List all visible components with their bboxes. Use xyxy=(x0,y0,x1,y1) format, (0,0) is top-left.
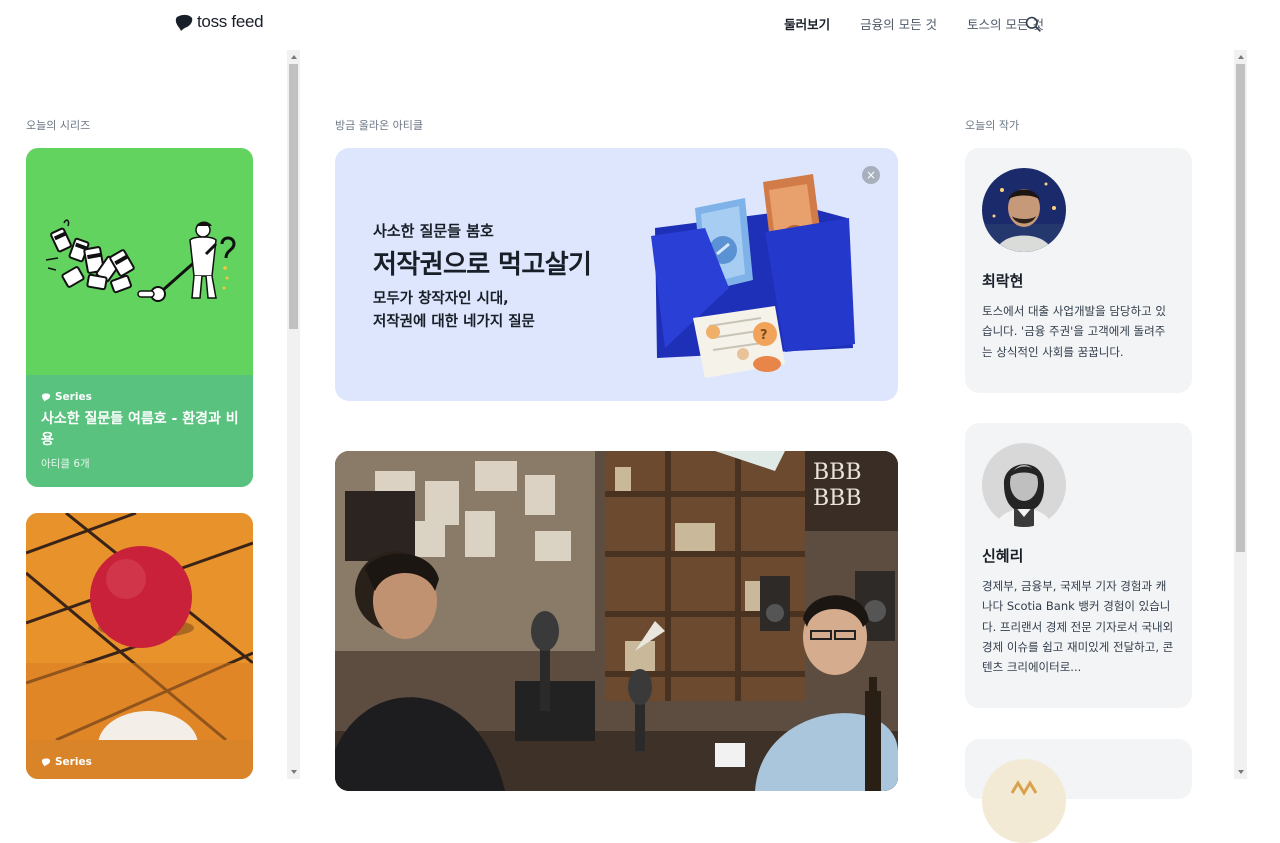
banner-title: 저작권으로 먹고살기 xyxy=(373,250,592,280)
svg-text:BBB: BBB xyxy=(813,486,862,511)
author-avatar xyxy=(982,759,1066,843)
series-info: Series xyxy=(26,740,253,779)
top-header: toss feed 둘러보기 금융의 모든 것 토스의 모든 것 xyxy=(0,0,1280,48)
author-card[interactable]: 최락현 토스에서 대출 사업개발을 담당하고 있습니다. '금융 주권'을 고객… xyxy=(965,148,1192,393)
toss-logo-icon xyxy=(175,14,193,31)
author-card[interactable]: 신혜리 경제부, 금융부, 국제부 기자 경험과 캐나다 Scotia Bank… xyxy=(965,423,1192,708)
author-avatar xyxy=(982,168,1066,252)
author-card[interactable] xyxy=(965,739,1192,843)
series-illustration xyxy=(26,513,253,779)
articles-section-title: 방금 올라온 아티클 xyxy=(335,119,423,132)
author-name: 신혜리 xyxy=(982,547,1024,565)
series-name: 사소한 질문들 여름호 - 환경과 비용 xyxy=(41,411,239,448)
article-photo: BBB BBB xyxy=(335,451,898,791)
author-name: 최락현 xyxy=(982,272,1024,290)
series-article-count: 아티클 6개 xyxy=(41,458,90,470)
svg-text:?: ? xyxy=(760,328,768,343)
featured-banner[interactable]: × 사소한 질문들 봄호 저작권으로 먹고살기 모두가 창작자인 시대, 저작권… xyxy=(335,148,898,401)
scroll-up-arrow[interactable] xyxy=(1234,50,1247,64)
nav-item-browse[interactable]: 둘러보기 xyxy=(784,14,830,33)
series-info: Series 사소한 질문들 여름호 - 환경과 비용 아티클 6개 xyxy=(26,375,253,487)
logo-text: toss feed xyxy=(197,12,264,31)
series-card[interactable]: Series 사소한 질문들 여름호 - 환경과 비용 아티클 6개 xyxy=(26,148,253,487)
toss-feed-logo[interactable]: toss feed xyxy=(174,12,264,32)
page-scrollbar[interactable] xyxy=(1234,50,1247,779)
series-scrollbar[interactable] xyxy=(287,50,300,779)
article-photo-card[interactable]: BBB BBB xyxy=(335,451,898,791)
banner-eyebrow: 사소한 질문들 봄호 xyxy=(373,222,494,240)
main-nav: 둘러보기 금융의 모든 것 토스의 모든 것 xyxy=(784,14,1044,33)
wallet-illustration: ? xyxy=(651,174,855,378)
toss-logo-icon xyxy=(41,393,51,402)
author-bio: 경제부, 금융부, 국제부 기자 경험과 캐나다 Scotia Bank 뱅커 … xyxy=(982,579,1174,675)
toss-logo-icon xyxy=(41,758,51,767)
nav-item-finance[interactable]: 금융의 모든 것 xyxy=(860,14,937,33)
series-card[interactable]: Series xyxy=(26,513,253,779)
scroll-up-arrow[interactable] xyxy=(287,50,300,64)
svg-text:BBB: BBB xyxy=(813,460,862,485)
series-section-title: 오늘의 시리즈 xyxy=(26,119,91,132)
author-avatar xyxy=(982,443,1066,527)
banner-description: 모두가 창작자인 시대, 저작권에 대한 네가지 질문 xyxy=(373,291,535,330)
series-badge-label: Series xyxy=(55,391,92,403)
scroll-thumb[interactable] xyxy=(1236,64,1245,552)
series-illustration xyxy=(45,219,236,302)
scroll-down-arrow[interactable] xyxy=(287,765,300,779)
scroll-thumb[interactable] xyxy=(289,64,298,329)
scroll-down-arrow[interactable] xyxy=(1234,765,1247,779)
series-badge-label: Series xyxy=(55,756,92,768)
authors-section-title: 오늘의 작가 xyxy=(965,119,1020,132)
author-bio: 토스에서 대출 사업개발을 담당하고 있습니다. '금융 주권'을 고객에게 돌… xyxy=(982,304,1166,359)
search-icon[interactable] xyxy=(1025,16,1041,32)
